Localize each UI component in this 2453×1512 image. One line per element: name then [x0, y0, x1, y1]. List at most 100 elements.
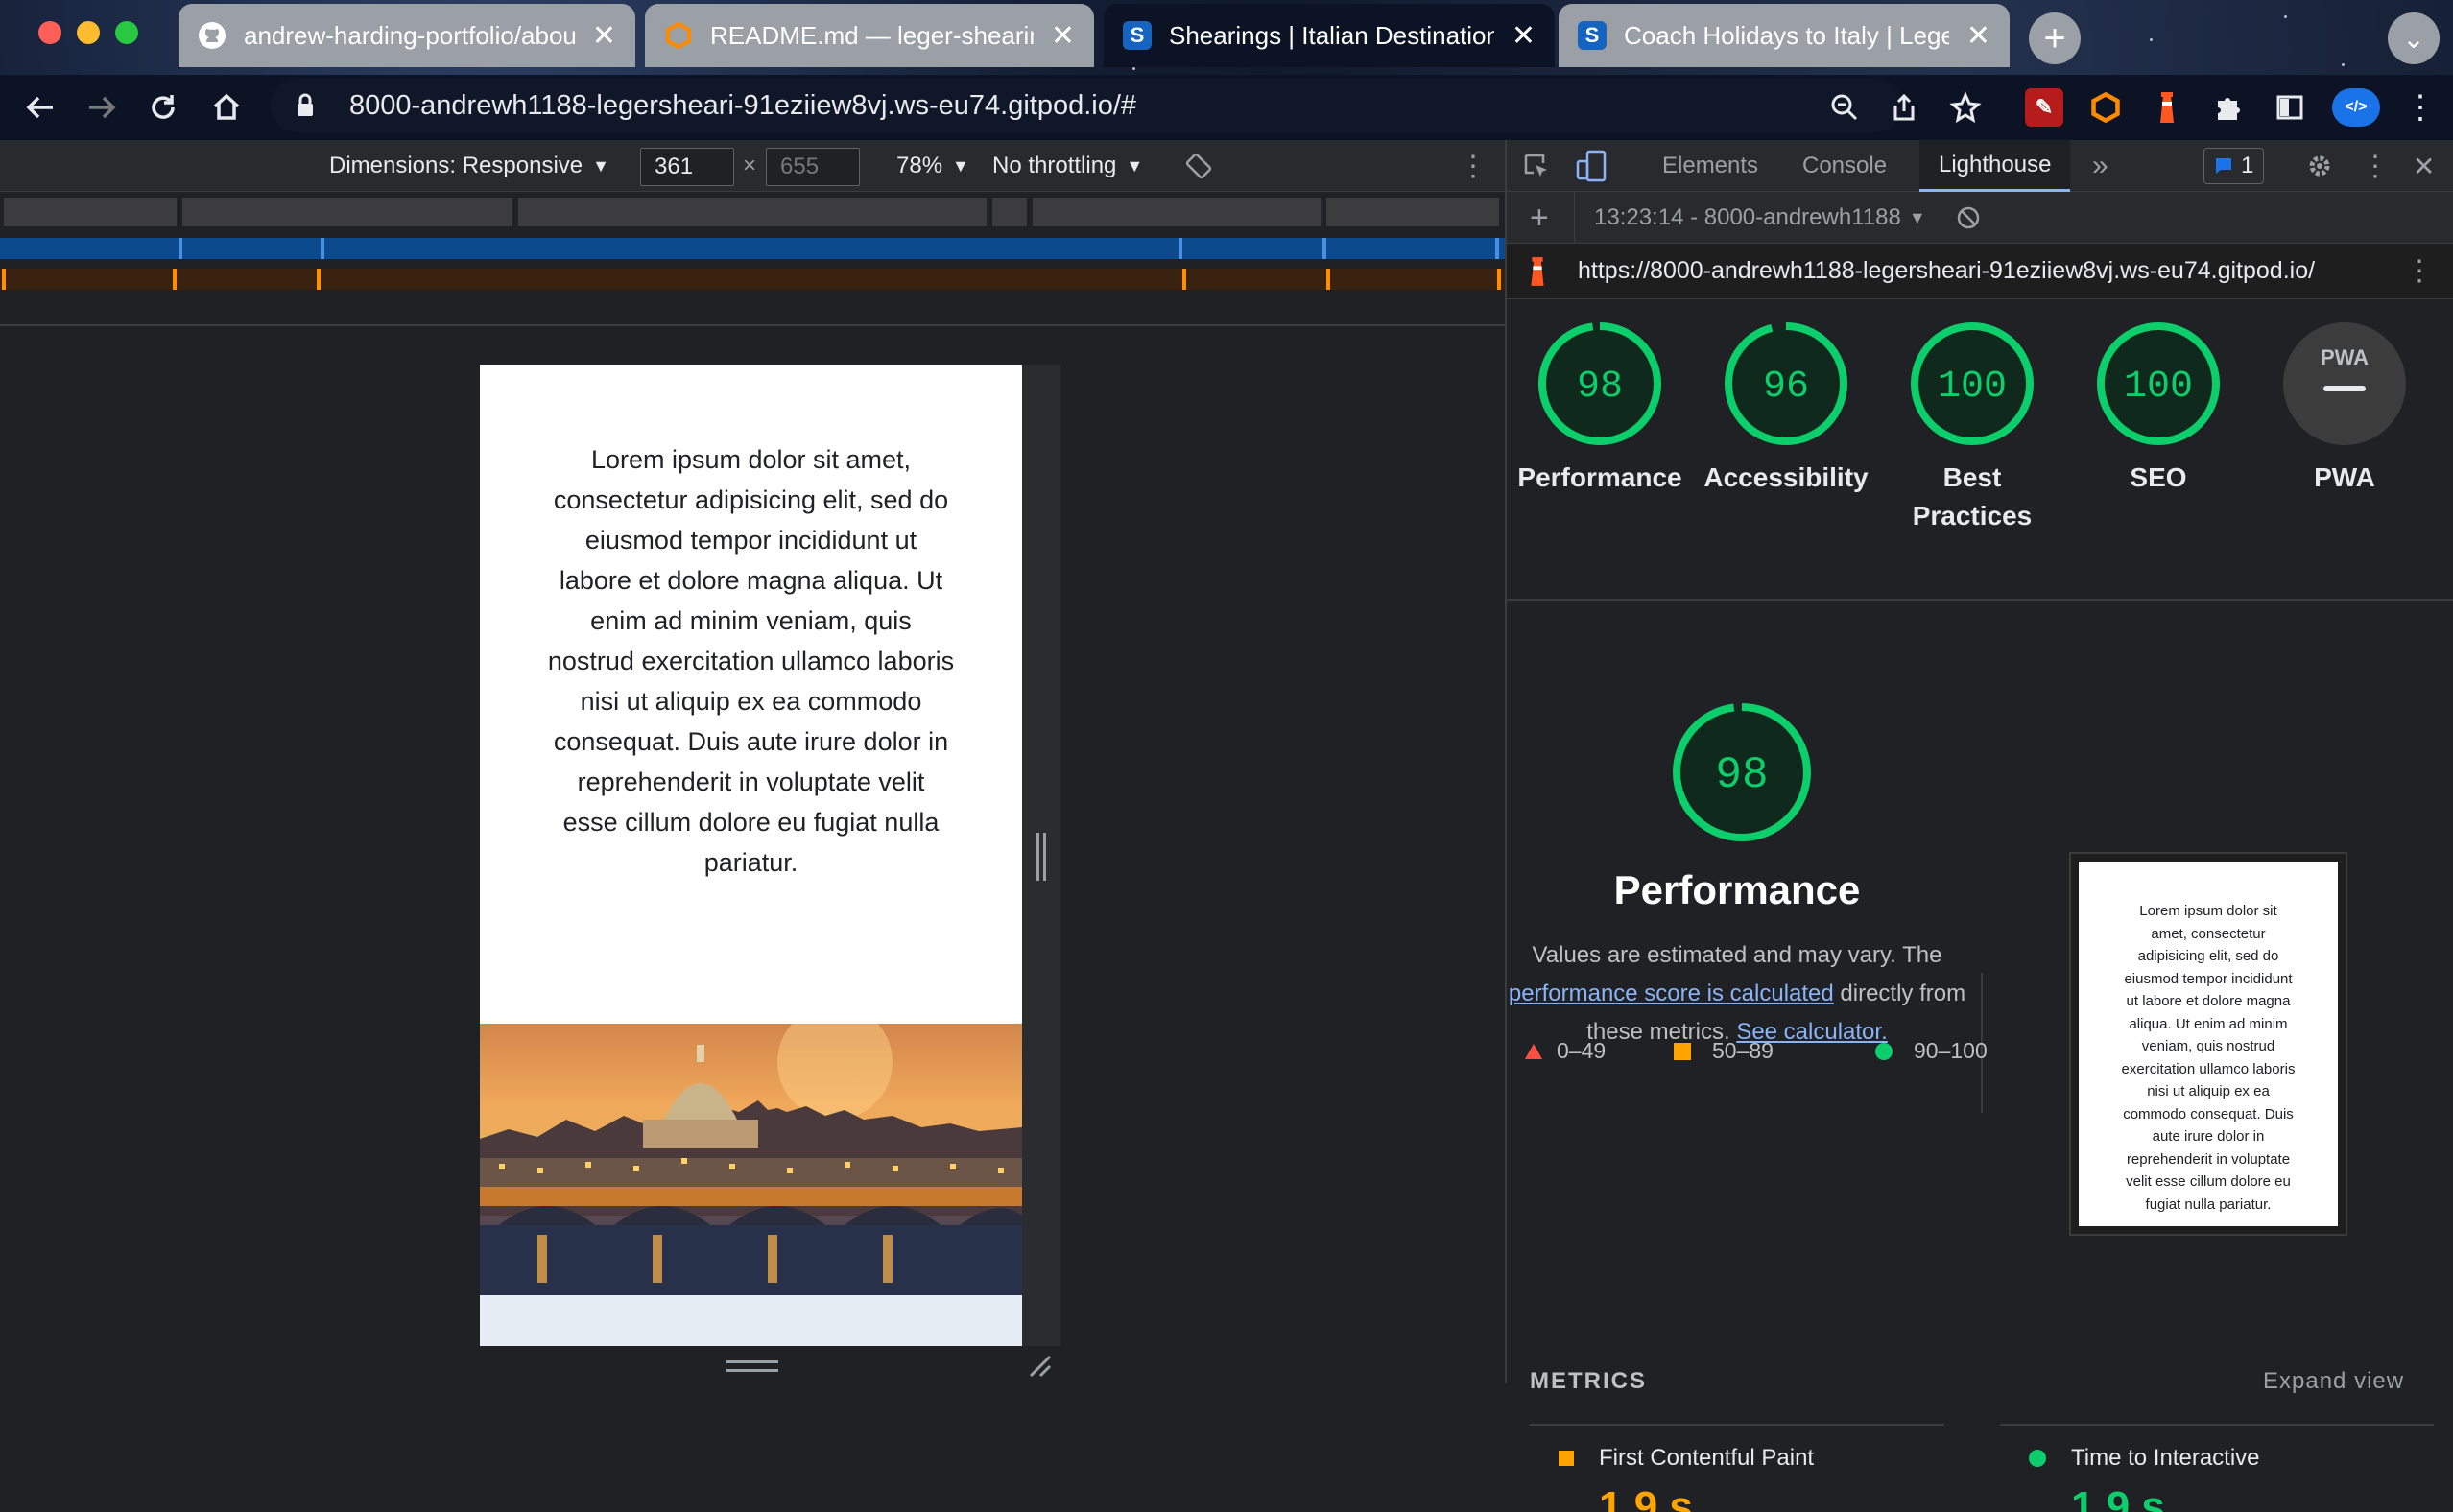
resize-handle-right[interactable] [1036, 833, 1046, 881]
device-toolbar-more-icon[interactable]: ⋮ [1459, 140, 1488, 192]
window-maximize-button[interactable] [115, 21, 138, 44]
report-select-dropdown[interactable]: 13:23:14 - 8000-andrewh1188 ▼ [1574, 192, 1945, 244]
zoom-dropdown[interactable]: 78% ▼ [896, 140, 969, 192]
tab-lighthouse[interactable]: Lighthouse [1919, 140, 2071, 192]
rotate-icon[interactable] [1184, 140, 1213, 192]
lighthouse-extension-icon[interactable] [2148, 88, 2186, 127]
gauge-ring: 98 [1673, 703, 1811, 841]
lorem-paragraph: Lorem ipsum dolor sit amet, consectetur … [547, 445, 955, 877]
media-query-min-bar[interactable] [1326, 198, 1499, 226]
gauge-label: Performance [1517, 462, 1682, 492]
emulated-page: Lorem ipsum dolor sit amet, consectetur … [480, 365, 1022, 1346]
shearings-icon: S [1123, 21, 1152, 50]
performance-big-gauge[interactable]: 98 [1670, 700, 1814, 849]
report-menu-icon[interactable]: ⋮ [2405, 254, 2434, 288]
device-toggle-icon[interactable] [1562, 140, 1620, 192]
media-query-bars [0, 192, 1505, 326]
media-query-min-bar[interactable] [4, 198, 177, 226]
clear-reports-icon[interactable] [1937, 192, 2000, 244]
final-screenshot[interactable]: Lorem ipsum dolor sit amet, consectetur … [2069, 852, 2347, 1236]
legend-label: 90–100 [1914, 1038, 1988, 1063]
viewport-width-input[interactable]: 361 [640, 148, 734, 186]
extensions-puzzle-icon[interactable] [2209, 88, 2248, 127]
zoom-icon[interactable] [1823, 86, 1866, 129]
throttling-dropdown[interactable]: No throttling ▼ [992, 140, 1143, 192]
media-query-min-bar[interactable] [992, 198, 1027, 226]
new-report-icon[interactable]: + [1511, 192, 1568, 244]
home-button[interactable] [205, 86, 248, 129]
url-text[interactable]: 8000-andrewh1188-legersheari-91eziiew8vj… [349, 90, 1136, 122]
gauge-best-practices[interactable]: 100 Best Practices [1879, 320, 2065, 535]
devtools-close-icon[interactable]: ✕ [2401, 140, 2446, 192]
issues-icon [2216, 158, 2231, 174]
browser-tab[interactable]: README.md — leger-shearing ✕ [645, 4, 1094, 67]
tab-close-icon[interactable]: ✕ [1966, 19, 1990, 53]
media-query-min-bar[interactable] [518, 198, 987, 226]
window-close-button[interactable] [38, 21, 61, 44]
fail-triangle-icon [1525, 1043, 1542, 1059]
tab-elements[interactable]: Elements [1643, 140, 1777, 192]
window-minimize-button[interactable] [77, 21, 100, 44]
gitpod-extension-icon[interactable] [2086, 88, 2125, 127]
gauge-score: 96 [1763, 366, 1809, 409]
new-tab-button[interactable]: + [2029, 12, 2081, 64]
report-url[interactable]: https://8000-andrewh1188-legersheari-91e… [1578, 257, 2315, 285]
pdf-extension-icon[interactable]: ✎ [2025, 88, 2063, 127]
media-query-min-max-bar[interactable] [0, 269, 1505, 290]
gauge-ring: 96 [1725, 322, 1847, 445]
gauge-label: SEO [2130, 462, 2187, 492]
forward-button[interactable] [81, 86, 123, 129]
bookmark-star-icon[interactable] [1944, 86, 1987, 129]
viewport-height-input[interactable]: 655 [766, 148, 860, 186]
lock-icon[interactable] [290, 90, 321, 121]
media-query-min-bar[interactable] [1033, 198, 1321, 226]
browser-tab[interactable]: andrew-harding-portfolio/abou ✕ [179, 4, 635, 67]
inspect-element-icon[interactable] [1509, 140, 1564, 192]
shearings-icon: S [1578, 21, 1607, 50]
dropdown-arrow-icon: ▼ [952, 155, 969, 176]
more-tabs-icon[interactable]: » [2073, 140, 2128, 192]
tab-close-icon[interactable]: ✕ [1051, 19, 1075, 53]
dimensions-dropdown[interactable]: Dimensions: Responsive ▼ [329, 140, 609, 192]
share-icon[interactable] [1883, 86, 1925, 129]
resize-handle-bottom[interactable] [726, 1360, 778, 1372]
devtools-tab-bar: Elements Console Lighthouse » 1 ⋮ ✕ [1507, 140, 2453, 192]
screenshot-text: Lorem ipsum dolor sit amet, consectetur … [2079, 862, 2338, 1226]
tab-close-icon[interactable]: ✕ [1512, 19, 1536, 53]
gauge-ring: 98 [1538, 322, 1661, 445]
metric-label: Time to Interactive [2071, 1445, 2260, 1471]
window-toggle-icon[interactable] [2271, 88, 2309, 127]
score-calculation-link[interactable]: performance score is calculated [1509, 980, 1834, 1006]
expand-view-toggle[interactable]: Expand view [2263, 1368, 2404, 1395]
issues-count: 1 [2241, 153, 2254, 178]
dimensions-label: Dimensions: Responsive [329, 153, 583, 178]
media-query-max-bar[interactable] [0, 238, 1505, 259]
tab-search-button[interactable]: ⌄ [2388, 12, 2440, 64]
gauge-seo[interactable]: 100 SEO [2065, 320, 2251, 497]
browser-menu-icon[interactable]: ⋮ [2399, 86, 2441, 129]
browser-tab-active[interactable]: S Shearings | Italian Destinations ✕ [1104, 4, 1555, 67]
browser-tab[interactable]: S Coach Holidays to Italy | Leger ✕ [1559, 4, 2010, 67]
resize-corner-icon[interactable] [1027, 1353, 1052, 1378]
gauge-pwa[interactable]: PWA PWA [2251, 320, 2438, 497]
pwa-badge-icon: PWA [2283, 322, 2406, 445]
tab-close-icon[interactable]: ✕ [592, 19, 616, 53]
settings-gear-icon[interactable] [2294, 140, 2346, 192]
issues-badge[interactable]: 1 [2203, 140, 2265, 192]
gauge-accessibility[interactable]: 96 Accessibility [1693, 320, 1879, 497]
tab-console[interactable]: Console [1783, 140, 1906, 192]
reload-button[interactable] [142, 86, 184, 129]
back-button[interactable] [19, 86, 61, 129]
gauge-performance[interactable]: 98 Performance [1507, 320, 1693, 497]
address-bar[interactable]: 8000-andrewh1188-legersheari-91eziiew8vj… [271, 79, 1902, 132]
description-text: Values are estimated and may vary. The [1532, 942, 1942, 968]
devtools-menu-icon[interactable]: ⋮ [2349, 140, 2401, 192]
lighthouse-url-bar: https://8000-andrewh1188-legersheari-91e… [1507, 244, 2453, 299]
performance-description: Values are estimated and may vary. The p… [1507, 936, 1967, 1051]
lighthouse-logo-icon [1524, 255, 1551, 288]
media-query-min-bar[interactable] [182, 198, 512, 226]
devtools-extension-icon[interactable]: </> [2332, 88, 2380, 127]
devtools-panel: Elements Console Lighthouse » 1 ⋮ ✕ + 13… [1505, 140, 2453, 1512]
tab-title: README.md — leger-shearing [710, 20, 1034, 50]
pass-circle-icon [2029, 1450, 2046, 1467]
